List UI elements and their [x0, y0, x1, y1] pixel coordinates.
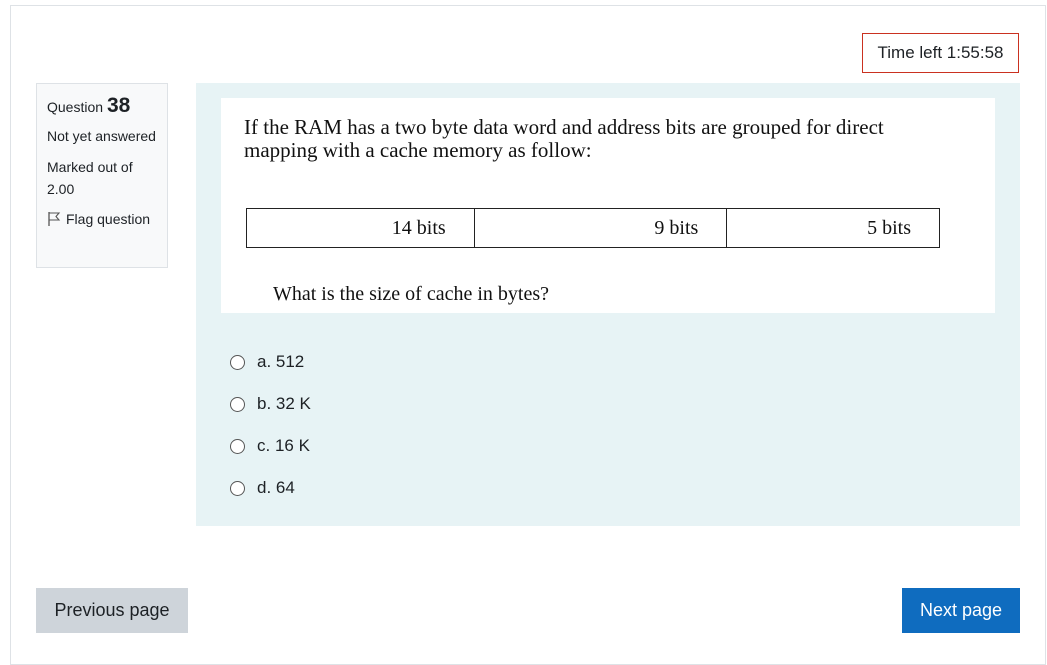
question-state: Not yet answered [47, 128, 156, 144]
question-prompt: What is the size of cache in bytes? [273, 283, 549, 305]
answer-label: b. 32 K [257, 394, 311, 413]
answer-option-a[interactable]: a. 512 [230, 341, 311, 383]
answer-label: c. 16 K [257, 436, 310, 455]
quiz-timer: Time left 1:55:58 [862, 33, 1019, 73]
address-bits-table: 14 bits 9 bits 5 bits [246, 208, 940, 248]
flag-icon [47, 211, 61, 227]
radio-button[interactable] [230, 354, 245, 370]
answer-option-c[interactable]: c. 16 K [230, 425, 311, 467]
answer-options: a. 512 b. 32 K c. 16 K d. 64 [230, 341, 311, 509]
question-text: If the RAM has a two byte data word and … [244, 115, 884, 162]
question-number-value: 38 [106, 94, 131, 117]
question-info-panel: Question 38 Not yet answered Marked out … [36, 83, 168, 268]
question-content: If the RAM has a two byte data word and … [196, 83, 1020, 526]
question-number-label: Question [47, 99, 104, 115]
answer-option-d[interactable]: d. 64 [230, 467, 311, 509]
question-image: If the RAM has a two byte data word and … [221, 98, 995, 313]
question-grade: Marked out of 2.00 [47, 159, 133, 197]
radio-button[interactable] [230, 396, 245, 412]
question-number: Question 38 [47, 94, 157, 119]
offset-bits-cell: 5 bits [726, 208, 940, 248]
previous-page-button[interactable]: Previous page [36, 588, 188, 633]
flag-question-link[interactable]: Flag question [47, 209, 157, 229]
tag-bits-cell: 14 bits [246, 208, 475, 248]
answer-option-b[interactable]: b. 32 K [230, 383, 311, 425]
answer-label: d. 64 [257, 478, 295, 497]
answer-label: a. 512 [257, 352, 305, 371]
flag-question-label: Flag question [66, 211, 151, 227]
index-bits-cell: 9 bits [473, 208, 728, 248]
radio-button[interactable] [230, 480, 245, 496]
next-page-button[interactable]: Next page [902, 588, 1020, 633]
radio-button[interactable] [230, 438, 245, 454]
